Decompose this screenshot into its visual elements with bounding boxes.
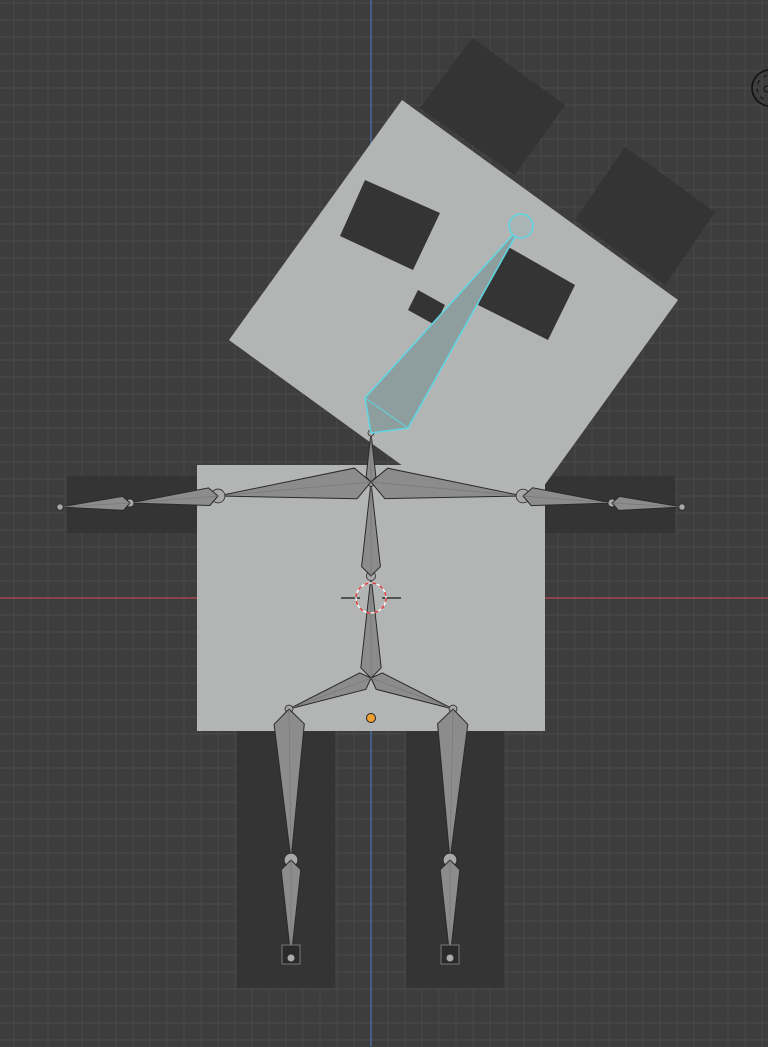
viewport-canvas[interactable] xyxy=(0,0,768,1047)
3d-viewport[interactable] xyxy=(0,0,768,1047)
bone-joint[interactable] xyxy=(678,503,686,511)
bone-foot-left[interactable] xyxy=(281,944,301,965)
object-origin-icon xyxy=(366,713,376,723)
bone-foot-right[interactable] xyxy=(440,944,460,965)
character-mesh[interactable] xyxy=(67,38,715,988)
bone-joint[interactable] xyxy=(56,503,64,511)
bone-joint[interactable] xyxy=(508,213,534,239)
